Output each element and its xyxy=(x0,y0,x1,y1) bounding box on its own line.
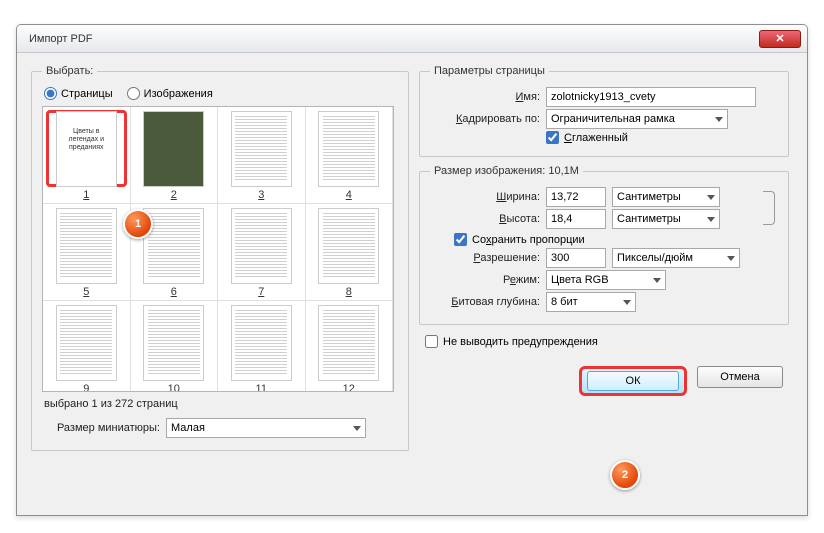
cancel-button[interactable]: Отмена xyxy=(697,366,783,388)
depth-label: Битовая глубина: xyxy=(430,296,540,308)
chevron-down-icon xyxy=(727,256,735,261)
select-legend: Выбрать: xyxy=(42,65,97,77)
thumb-12[interactable]: 12 xyxy=(306,301,394,392)
radio-pages-input[interactable] xyxy=(44,87,57,100)
name-input[interactable]: zolotnicky1913_cvety xyxy=(546,87,756,107)
thumb-7[interactable]: 7 xyxy=(218,204,306,301)
width-unit-select[interactable]: Сантиметры xyxy=(612,187,720,207)
chevron-down-icon xyxy=(715,117,723,122)
titlebar: Импорт PDF ✕ xyxy=(17,25,807,53)
smooth-checkbox[interactable]: Сглаженный xyxy=(546,131,628,144)
thumb-8[interactable]: 8 xyxy=(306,204,394,301)
resolution-unit-select[interactable]: Пикселы/дюйм xyxy=(612,248,740,268)
width-label: Ширина: xyxy=(430,191,540,203)
page-params-group: Параметры страницы Имя: zolotnicky1913_cv… xyxy=(419,65,789,157)
radio-images-input[interactable] xyxy=(127,87,140,100)
mode-label: Режим: xyxy=(430,274,540,286)
selection-status: выбрано 1 из 272 страниц xyxy=(44,398,396,410)
name-label: Имя: xyxy=(430,91,540,103)
select-group: Выбрать: Страницы Изображения Цветы в ле… xyxy=(31,65,409,451)
import-pdf-dialog: Импорт PDF ✕ Выбрать: Страницы Изображен… xyxy=(16,24,808,516)
thumb-5[interactable]: 5 xyxy=(43,204,131,301)
depth-select[interactable]: 8 бит xyxy=(546,292,636,312)
height-input[interactable]: 18,4 xyxy=(546,209,606,229)
thumb-size-select[interactable]: Малая xyxy=(166,418,366,438)
close-icon: ✕ xyxy=(775,32,784,45)
crop-label: Кадрировать по: xyxy=(430,113,540,125)
thumb-10[interactable]: 10 xyxy=(131,301,219,392)
thumb-1[interactable]: Цветы в легендах и преданиях 1 xyxy=(43,107,131,204)
chevron-down-icon xyxy=(353,426,361,431)
height-label: Высота: xyxy=(430,213,540,225)
resolution-label: Разрешение: xyxy=(430,252,540,264)
thumbnail-grid[interactable]: Цветы в легендах и преданиях 1 2 3 4 5 6… xyxy=(42,106,394,392)
height-unit-select[interactable]: Сантиметры xyxy=(612,209,720,229)
image-size-group: Размер изображения: 10,1M Ширина: 13,72 Са… xyxy=(419,165,789,325)
chevron-down-icon xyxy=(707,195,715,200)
resolution-input[interactable]: 300 xyxy=(546,248,606,268)
page-params-legend: Параметры страницы xyxy=(430,65,549,77)
radio-images[interactable]: Изображения xyxy=(127,87,213,100)
mode-select[interactable]: Цвета RGB xyxy=(546,270,666,290)
window-title: Импорт PDF xyxy=(23,33,93,45)
thumb-9[interactable]: 9 xyxy=(43,301,131,392)
image-size-legend: Размер изображения: 10,1M xyxy=(430,165,583,177)
crop-select[interactable]: Ограничительная рамка xyxy=(546,109,728,129)
chevron-down-icon xyxy=(707,217,715,222)
thumb-4[interactable]: 4 xyxy=(306,107,394,204)
thumb-11[interactable]: 11 xyxy=(218,301,306,392)
constrain-checkbox[interactable]: Сохранить пропорции xyxy=(454,233,585,246)
annotation-badge-2: 2 xyxy=(610,460,640,490)
thumb-2[interactable]: 2 xyxy=(131,107,219,204)
width-input[interactable]: 13,72 xyxy=(546,187,606,207)
annotation-badge-1: 1 xyxy=(123,209,153,239)
close-button[interactable]: ✕ xyxy=(759,30,801,48)
radio-pages[interactable]: Страницы xyxy=(44,87,113,100)
suppress-warnings-checkbox[interactable]: Не выводить предупреждения xyxy=(425,335,598,348)
chevron-down-icon xyxy=(653,278,661,283)
link-icon[interactable] xyxy=(763,191,775,225)
thumb-size-label: Размер миниатюры: xyxy=(42,422,160,434)
thumb-3[interactable]: 3 xyxy=(218,107,306,204)
chevron-down-icon xyxy=(623,300,631,305)
ok-button[interactable]: ОК xyxy=(579,366,687,396)
